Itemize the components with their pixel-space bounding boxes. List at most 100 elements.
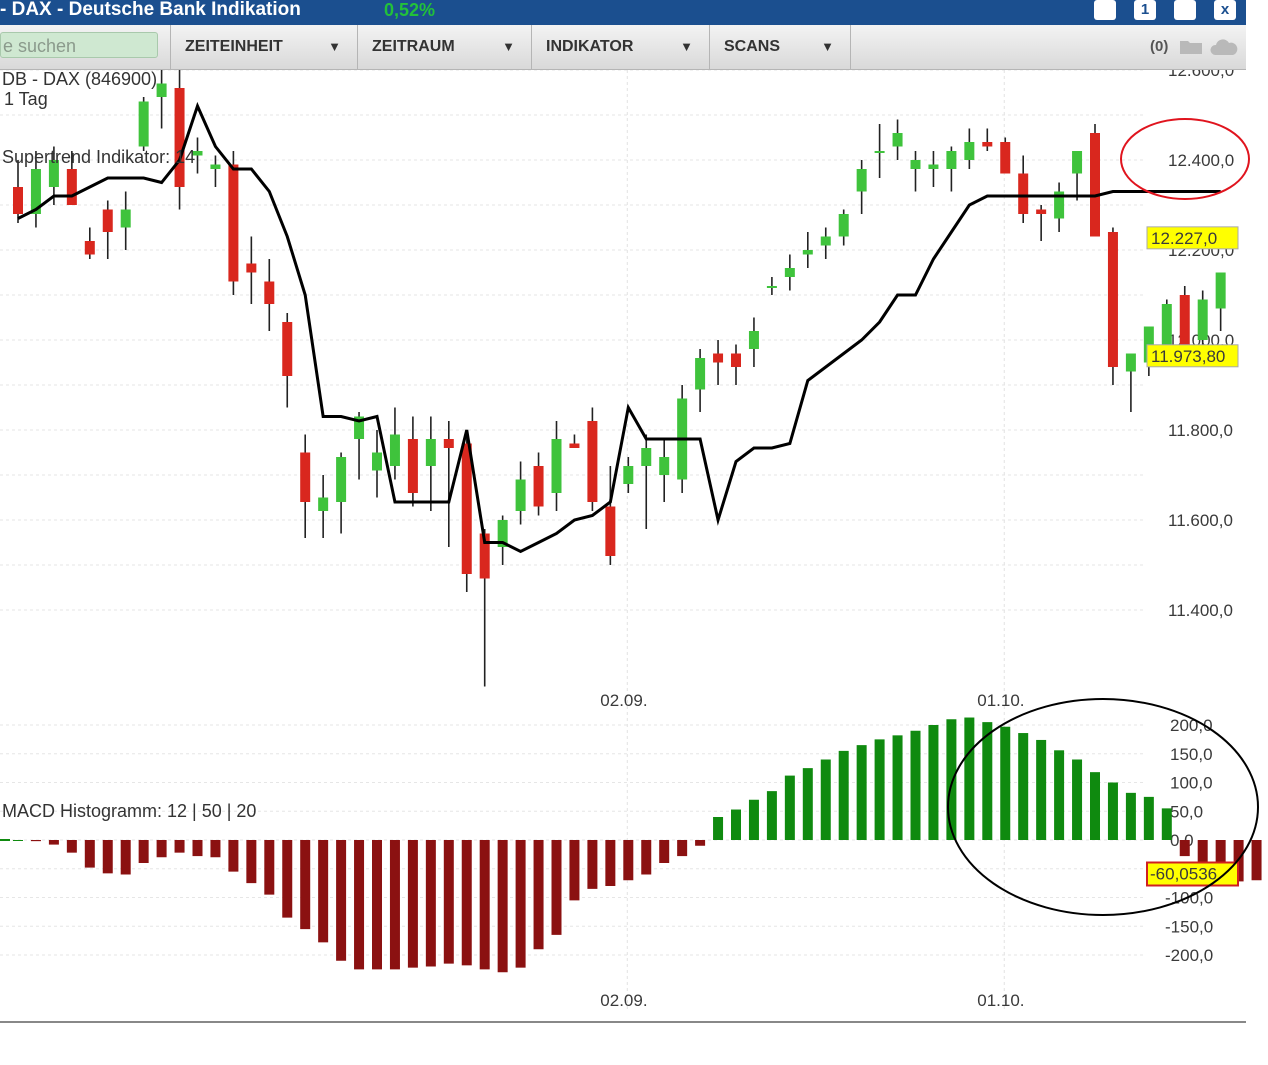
candle-body <box>587 421 597 502</box>
alert-count: (0) <box>1150 25 1168 69</box>
histogram-bar <box>911 731 921 840</box>
candle-body <box>641 448 651 466</box>
histogram-bar <box>444 840 454 964</box>
candle-body <box>982 142 992 147</box>
histogram-bar <box>103 840 113 873</box>
candle-body <box>264 282 274 305</box>
histogram-bar <box>516 840 526 968</box>
histogram-bar <box>749 800 759 840</box>
date-tick-label: 01.10. <box>977 991 1024 1010</box>
candle-body <box>605 507 615 557</box>
histogram-value-tag-label: -60,0536 <box>1150 865 1217 884</box>
histogram-bar <box>534 840 544 949</box>
date-tick-label: 02.09. <box>600 691 647 710</box>
folder-icon[interactable] <box>1180 39 1202 54</box>
histogram-bar <box>210 840 220 857</box>
timeframe-label: 1 Tag <box>4 89 48 109</box>
price-tick-label: 11.600,0 <box>1168 511 1233 530</box>
close-button[interactable]: x <box>1214 0 1236 20</box>
search-input[interactable]: e suchen <box>0 32 158 58</box>
histogram-bar <box>336 840 346 961</box>
histogram-bar <box>354 840 364 969</box>
candle-body <box>1126 354 1136 372</box>
price-tick-label: 11.800,0 <box>1168 421 1233 440</box>
histogram-bar <box>1072 760 1082 841</box>
menu-label: ZEITEINHEIT <box>185 38 283 55</box>
histogram-bar <box>767 791 777 840</box>
histogram-bar <box>228 840 238 872</box>
menu-zeiteinheit[interactable]: ZEITEINHEIT ▼ <box>170 25 357 69</box>
chevron-down-icon: ▼ <box>502 25 515 69</box>
histogram-bar <box>300 840 310 929</box>
histogram-bar <box>318 840 328 942</box>
menu-indikator[interactable]: INDIKATOR ▼ <box>531 25 709 69</box>
candle-body <box>444 439 454 448</box>
histogram-bar <box>1126 793 1136 840</box>
candle-body <box>228 165 238 282</box>
menu-label: INDIKATOR <box>546 38 633 55</box>
candle-body <box>103 210 113 233</box>
histogram-tick-label: 150,0 <box>1170 745 1213 764</box>
histogram-bar <box>946 719 956 840</box>
menu-zeitraum[interactable]: ZEITRAUM▼ <box>357 25 531 69</box>
price-tag-label: 12.227,0 <box>1151 229 1217 248</box>
candle-body <box>67 169 77 205</box>
price-tick-label: 12.400,0 <box>1168 151 1234 170</box>
histogram-bar <box>1162 808 1172 840</box>
histogram-bar <box>605 840 615 886</box>
window-title: - DAX - Deutsche Bank Indikation <box>0 0 301 20</box>
candle-body <box>462 444 472 575</box>
window-one-button[interactable]: 1 <box>1134 0 1156 20</box>
candle-body <box>1018 174 1028 215</box>
chart-area: 12.600,012.400,012.200,012.000,011.800,0… <box>0 0 1268 1065</box>
candle-body <box>749 331 759 349</box>
histogram-bar <box>13 840 23 841</box>
histogram-bar <box>677 840 687 856</box>
candle-body <box>893 133 903 147</box>
histogram-bar <box>875 739 885 840</box>
candle-body <box>731 354 741 368</box>
candle-body <box>964 142 974 160</box>
candle-body <box>282 322 292 376</box>
histogram-bar <box>462 840 472 965</box>
histogram-bar <box>49 840 59 845</box>
chevron-down-icon: ▼ <box>328 25 341 69</box>
candle-body <box>803 250 813 255</box>
candle-body <box>1216 273 1226 309</box>
candle-body <box>659 457 669 475</box>
maximize-button[interactable] <box>1174 0 1196 20</box>
candle-body <box>139 102 149 147</box>
menu-scans[interactable]: SCANS▼ <box>709 25 851 69</box>
histogram-bar <box>498 840 508 972</box>
date-tick-label: 02.09. <box>600 991 647 1010</box>
candle-body <box>1180 295 1190 345</box>
histogram-bar <box>821 760 831 841</box>
histogram-bar <box>408 840 418 968</box>
candle-body <box>210 165 220 170</box>
candle-body <box>839 214 849 237</box>
candle-body <box>552 439 562 493</box>
cloud-icon[interactable] <box>1210 38 1238 55</box>
candle-body <box>426 439 436 466</box>
candle-body <box>1108 232 1118 367</box>
histogram-bar <box>1054 750 1064 840</box>
histogram-bar <box>713 817 723 840</box>
chevron-down-icon: ▼ <box>680 25 693 69</box>
histogram-bar <box>1000 727 1010 840</box>
candle-body <box>767 286 777 288</box>
macd-label: MACD Histogramm: 12 | 50 | 20 <box>2 801 256 821</box>
histogram-bar <box>121 840 131 875</box>
minimize-button[interactable] <box>1094 0 1116 20</box>
histogram-bar <box>175 840 185 853</box>
candle-body <box>318 498 328 512</box>
histogram-tick-label: -200,0 <box>1165 946 1213 965</box>
candle-body <box>300 453 310 503</box>
histogram-bar <box>1252 840 1262 880</box>
candle-body <box>390 435 400 467</box>
candle-body <box>857 169 867 192</box>
candle-body <box>946 151 956 169</box>
supertrend-label: Supertrend Indikator: 14 <box>2 147 195 167</box>
histogram-bar <box>893 735 903 840</box>
candle-body <box>534 466 544 507</box>
price-tick-label: 11.400,0 <box>1168 601 1233 620</box>
